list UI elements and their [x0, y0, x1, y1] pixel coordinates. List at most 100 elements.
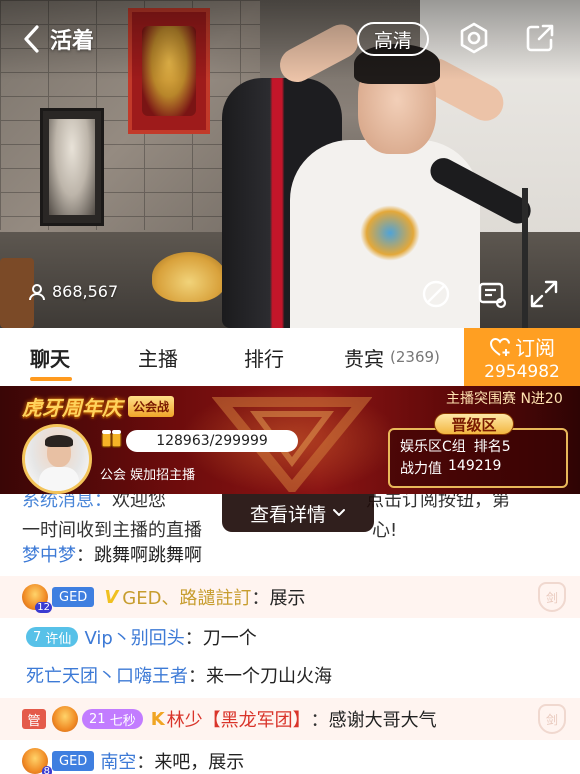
- user-avatar: [52, 706, 78, 732]
- chat-text: 来一个刀山火海: [206, 666, 332, 687]
- view-details-button[interactable]: 查看详情: [222, 494, 374, 532]
- power-value: 149219: [448, 458, 502, 474]
- tab-ranking[interactable]: 排行: [244, 328, 284, 386]
- quality-button[interactable]: 高清: [357, 22, 429, 56]
- chat-username[interactable]: 死亡天团丶口嗨王者: [26, 662, 188, 688]
- guild-info: 公会 娱加招主播: [100, 464, 195, 483]
- chat-username[interactable]: GED、路譴註訂: [122, 584, 251, 610]
- chat-message[interactable]: 管 21 七秒 K 林少【黑龙军团】 ： 感谢大哥大气 剑: [0, 698, 580, 740]
- vip-v-icon: V: [104, 586, 119, 608]
- tab-vip[interactable]: 贵宾 (2369): [344, 328, 440, 386]
- chevron-down-icon: [333, 509, 345, 516]
- guild-name: 娱加招主播: [130, 468, 196, 483]
- chat-separator: ：: [310, 710, 329, 731]
- chat-message[interactable]: 8 GED 南空 ： 来吧，展示: [0, 744, 580, 774]
- fan-badge-name: 许仙: [45, 631, 72, 647]
- chat-username[interactable]: Vip丶别回头: [84, 624, 184, 650]
- chevron-left-icon: [24, 25, 39, 53]
- chat-separator: ：: [136, 752, 155, 773]
- chat-text: 刀一个: [202, 628, 257, 649]
- tab-streamer[interactable]: 主播: [138, 328, 178, 386]
- danmaku-settings-icon: [478, 282, 507, 309]
- expand-icon: [530, 280, 558, 308]
- system-message-prefix: 系统消息：: [22, 494, 112, 511]
- promotion-group: 娱乐区C组: [400, 439, 466, 455]
- heart-plus-icon: [489, 337, 510, 356]
- promotion-rank: 排名5: [473, 439, 511, 455]
- beer-icon: [101, 430, 122, 448]
- noble-level-number: 21: [89, 711, 106, 727]
- ged-badge: GED: [52, 751, 95, 771]
- chat-username[interactable]: 林少【黑龙军团】: [167, 706, 311, 732]
- chat-message[interactable]: 梦中梦 ： 跳舞啊跳舞啊: [0, 538, 580, 570]
- chat-message[interactable]: 死亡天团丶口嗨王者 ： 来一个刀山火海: [0, 658, 580, 692]
- viewer-count-value: 868,567: [52, 282, 119, 301]
- avatar-level-number: 8: [41, 766, 52, 774]
- anniversary-event-banner[interactable]: 虎牙周年庆 公会战 主播突围赛 N进20 128963/299999 公会 娱加…: [0, 386, 580, 494]
- promotion-badge: 晋级区: [434, 413, 514, 435]
- tab-label: 排行: [244, 346, 284, 371]
- chat-separator: ：: [184, 628, 203, 649]
- active-tab-indicator: [30, 377, 72, 381]
- chat-message[interactable]: 12 GED V GED、路譴註訂 ： 展示 剑: [0, 576, 580, 618]
- chat-username[interactable]: 梦中梦: [22, 541, 76, 567]
- share-icon: [526, 24, 554, 52]
- power-label: 战力值: [400, 461, 442, 477]
- k-rank-icon: K: [150, 708, 165, 730]
- back-button[interactable]: 活着: [22, 22, 112, 56]
- vip-count: (2369): [390, 348, 440, 366]
- tab-label: 主播: [138, 346, 178, 371]
- sword-shield-icon: 剑: [538, 704, 566, 734]
- event-tag: 公会战: [128, 396, 175, 417]
- chat-message[interactable]: 7 许仙 Vip丶别回头 ： 刀一个: [0, 620, 580, 654]
- event-score: 128963/299999: [126, 430, 298, 452]
- noble-level-name: 七秒: [109, 713, 136, 729]
- chat-separator: ：: [76, 545, 94, 566]
- system-message-tail: 点击订阅按钮，第: [366, 494, 510, 511]
- admin-badge: 管: [22, 709, 46, 729]
- video-portrait-frame: [40, 108, 104, 226]
- streamer-avatar: [22, 424, 92, 494]
- chat-separator: ：: [251, 588, 270, 609]
- noble-level-badge: 21 七秒: [82, 709, 143, 729]
- gear-icon: [460, 22, 488, 54]
- room-title: 活着: [50, 29, 95, 54]
- tab-label: 贵宾: [344, 346, 384, 371]
- ged-badge: GED: [52, 587, 95, 607]
- view-details-label: 查看详情: [249, 503, 326, 526]
- share-button[interactable]: [522, 20, 558, 56]
- subscribe-button[interactable]: 订阅 2954982: [464, 328, 580, 386]
- settings-button[interactable]: [456, 20, 492, 56]
- event-title: 虎牙周年庆: [22, 396, 122, 420]
- chat-separator: ：: [188, 666, 206, 687]
- event-round-title: 主播突围赛 N进20: [446, 391, 563, 407]
- avatar-level-number: 12: [35, 602, 52, 613]
- sword-shield-icon: 剑: [538, 582, 566, 612]
- system-message-text: 欢迎您: [112, 494, 166, 511]
- fan-level: 7: [33, 629, 42, 645]
- fullscreen-button[interactable]: [526, 276, 562, 312]
- chat-username[interactable]: 南空: [100, 748, 136, 774]
- guild-label: 公会: [100, 468, 127, 483]
- chat-list[interactable]: 系统消息：欢迎您 点击订阅按钮，第 一时间收到主播的直播 心! 梦中梦 ： 跳舞啊跳…: [0, 494, 580, 774]
- user-level-avatar: 12: [22, 584, 52, 613]
- promotion-group-line: 娱乐区C组 排名5: [400, 436, 511, 456]
- viewer-count: 868,567: [28, 282, 118, 301]
- subscribe-label: 订阅: [515, 336, 555, 360]
- chat-text: 跳舞啊跳舞啊: [94, 545, 202, 566]
- tab-label: 聊天: [30, 346, 70, 371]
- chat-text: 展示: [269, 588, 306, 609]
- subscriber-count: 2954982: [484, 362, 560, 382]
- event-title-group: 虎牙周年庆 公会战: [22, 392, 175, 421]
- chat-text: 来吧，展示: [154, 752, 245, 773]
- power-line: 战力值 149219: [400, 458, 501, 478]
- danmaku-settings-button[interactable]: [474, 276, 510, 312]
- danmaku-toggle-button[interactable]: [418, 276, 454, 312]
- video-lion-toy: [152, 252, 226, 302]
- chat-text: 感谢大哥大气: [328, 710, 437, 731]
- live-video[interactable]: 活着 高清 868,567: [0, 0, 580, 328]
- video-shirt-print: [360, 205, 420, 261]
- fan-badge: 7 许仙: [26, 627, 79, 647]
- person-icon: [29, 283, 45, 300]
- video-topbar: 活着 高清: [0, 0, 580, 76]
